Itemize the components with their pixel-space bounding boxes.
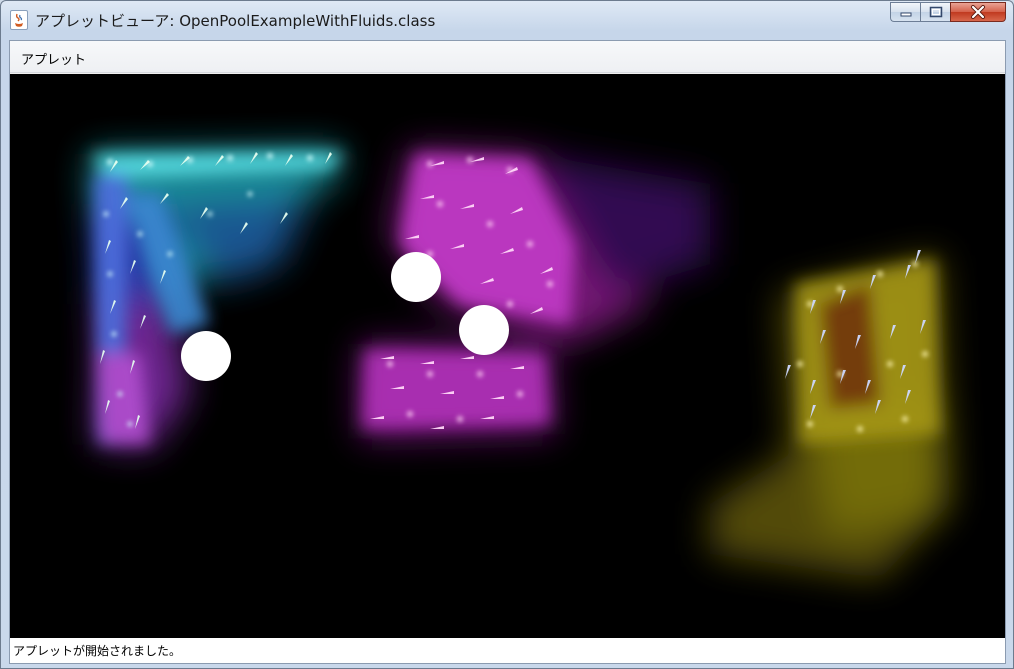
ball-1[interactable] [181, 331, 231, 381]
applet-client-area: アプレット アプレットが開始されました。 [9, 40, 1006, 664]
maximize-icon [929, 6, 942, 18]
menu-bar: アプレット [10, 41, 1005, 73]
minimize-icon [900, 12, 911, 17]
close-button[interactable] [950, 2, 1006, 22]
ball-2[interactable] [391, 252, 441, 302]
applet-canvas[interactable] [10, 74, 1005, 638]
minimize-button[interactable] [890, 2, 920, 22]
menu-item-applet[interactable]: アプレット [19, 49, 88, 68]
title-bar[interactable]: アプレットビューア: OpenPoolExampleWithFluids.cla… [1, 1, 1013, 39]
caption-buttons [890, 2, 1006, 22]
ball-3[interactable] [459, 305, 509, 355]
fluid-simulation-svg[interactable] [10, 74, 1005, 638]
status-bar: アプレットが開始されました。 [10, 638, 1005, 663]
java-coffee-icon[interactable] [10, 10, 28, 30]
window-title: アプレットビューア: OpenPoolExampleWithFluids.cla… [35, 12, 436, 30]
status-text: アプレットが開始されました。 [13, 644, 182, 658]
maximize-button[interactable] [920, 2, 950, 22]
applet-viewer-window: アプレットビューア: OpenPoolExampleWithFluids.cla… [0, 0, 1014, 669]
close-icon [971, 5, 985, 19]
